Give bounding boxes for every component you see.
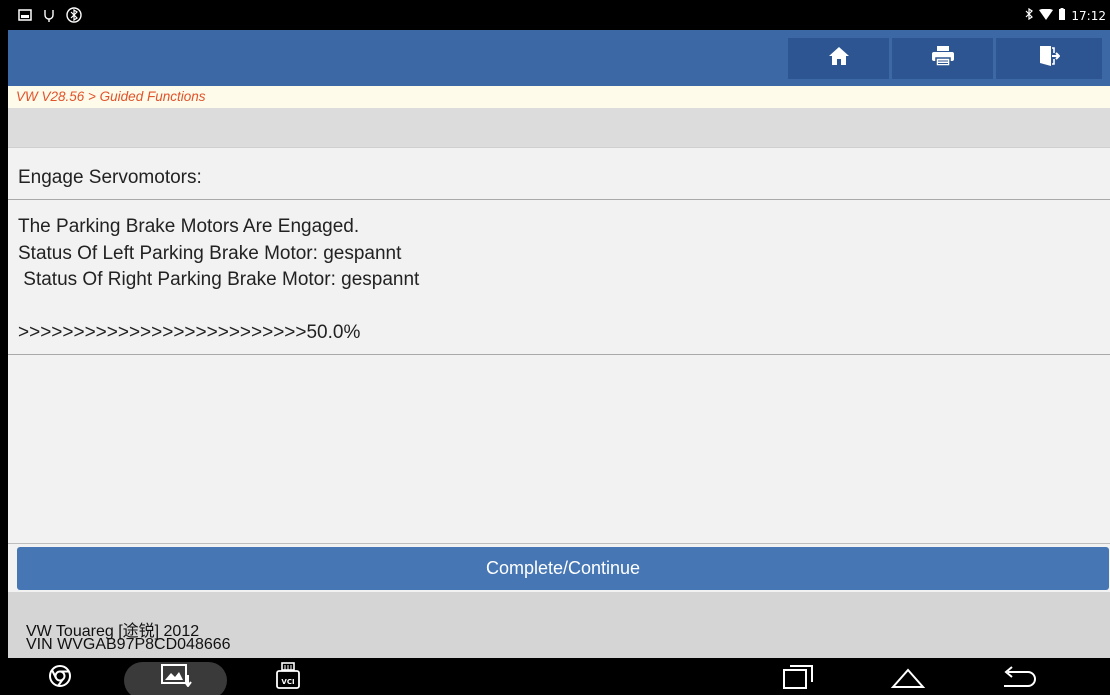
- page-title: Engage Servomotors:: [18, 167, 202, 188]
- progress-row: >>>>>>>>>>>>>>>>>>>>>>>>>>50.0%: [8, 318, 1110, 355]
- vehicle-vin: VIN WVGAB97P8CD048666: [26, 636, 231, 653]
- complete-continue-label: Complete/Continue: [485, 558, 641, 578]
- wifi-icon: [1039, 8, 1054, 23]
- vci-icon[interactable]: VCI: [272, 661, 304, 691]
- gallery-icon[interactable]: [156, 660, 196, 690]
- toolbar-band: [8, 108, 1110, 148]
- back-icon[interactable]: [998, 663, 1038, 693]
- left-black-strip: [0, 0, 8, 695]
- progress-text: >>>>>>>>>>>>>>>>>>>>>>>>>>50.0%: [18, 322, 361, 343]
- exit-icon: [1038, 45, 1061, 72]
- bluetooth-tether-icon: [66, 7, 82, 23]
- system-nav-bar: VCI: [8, 658, 1110, 695]
- title-row: Engage Servomotors:: [8, 148, 1110, 200]
- recents-icon[interactable]: [780, 662, 816, 692]
- message-line-1: The Parking Brake Motors Are Engaged.: [18, 216, 360, 237]
- complete-continue-button[interactable]: Complete/Continue: [17, 547, 1109, 590]
- print-button[interactable]: [892, 38, 993, 79]
- breadcrumb-text: VW V28.56 > Guided Functions: [16, 89, 206, 104]
- vci-label: VCI: [281, 678, 294, 686]
- status-message: The Parking Brake Motors Are Engaged. Sta…: [18, 214, 419, 294]
- status-bar: 17:12: [8, 0, 1110, 30]
- chrome-icon[interactable]: [46, 661, 74, 691]
- clock: 17:12: [1071, 8, 1106, 23]
- screenshot-icon: [18, 9, 32, 21]
- bluetooth-icon: [1025, 7, 1034, 23]
- usb-icon: [42, 8, 56, 22]
- content-panel: Engage Servomotors: The Parking Brake Mo…: [8, 148, 1110, 543]
- message-line-2: Status Of Left Parking Brake Motor: gesp…: [18, 242, 402, 264]
- home-icon: [828, 46, 850, 71]
- screen: 17:12 VW V28.56 > Guided Functions Engag…: [8, 0, 1110, 695]
- battery-icon: [1059, 8, 1066, 23]
- app-header: [8, 30, 1110, 86]
- vehicle-info: VW Touareg [途锐] 2012 VIN WVGAB97P8CD0486…: [8, 592, 1110, 658]
- divider: [8, 543, 1110, 544]
- breadcrumb: VW V28.56 > Guided Functions: [8, 86, 1110, 108]
- printer-icon: [931, 46, 954, 71]
- exit-button[interactable]: [996, 38, 1102, 79]
- home-button[interactable]: [788, 38, 889, 79]
- home-nav-icon[interactable]: [888, 663, 928, 693]
- message-line-3: Status Of Right Parking Brake Motor: ges…: [18, 269, 420, 290]
